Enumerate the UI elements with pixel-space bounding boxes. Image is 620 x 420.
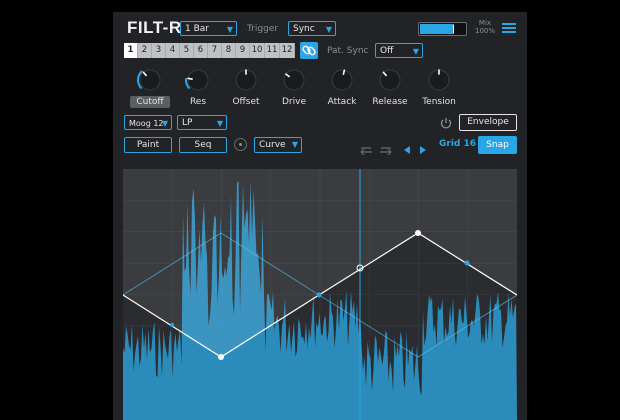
grid-size-selector[interactable]: Grid 16: [439, 139, 476, 149]
mix-slider-fill: [420, 24, 454, 34]
pattern-step-selector: 1 2 3 4 5 6 7 8 9 10 11 12: [124, 43, 295, 58]
envelope-node[interactable]: [415, 230, 421, 236]
waveform-graph[interactable]: [122, 169, 518, 420]
pat-sync-label: Pat. Sync: [327, 46, 369, 56]
app-title: FILT-R: [127, 18, 182, 37]
filter-type-value: LP: [182, 118, 193, 128]
step-button-9[interactable]: 9: [236, 43, 250, 58]
filter-model-dropdown[interactable]: Moog 12 ▼: [124, 115, 172, 130]
knob-label-attack: Attack: [327, 97, 357, 107]
knob-label-tension: Tension: [422, 97, 456, 107]
lfo-curve-editor[interactable]: [122, 169, 518, 420]
step-button-8[interactable]: 8: [222, 43, 236, 58]
knob-offset[interactable]: [233, 67, 259, 93]
filter-model-value: Moog 12: [129, 119, 164, 128]
envelope-button[interactable]: Envelope: [459, 114, 517, 131]
dot-icon: [239, 143, 242, 146]
envelope-handle[interactable]: [464, 260, 470, 266]
knob-drive[interactable]: [281, 67, 307, 93]
undo-icon[interactable]: [358, 140, 374, 156]
arrow-right-icon[interactable]: [418, 140, 427, 154]
step-button-10[interactable]: 10: [250, 43, 265, 58]
step-button-4[interactable]: 4: [166, 43, 180, 58]
menu-icon[interactable]: [502, 22, 516, 35]
step-button-6[interactable]: 6: [194, 43, 208, 58]
knob-release[interactable]: [377, 67, 403, 93]
chevron-down-icon: ▼: [412, 47, 419, 56]
knob-label-drive: Drive: [282, 97, 306, 107]
paint-button[interactable]: Paint: [124, 137, 172, 153]
knob-res[interactable]: [185, 67, 211, 93]
filtr-plugin-window: FILT-R 1 Bar ▼ Trigger Sync ▼ Mix 100% 1…: [113, 12, 527, 420]
trigger-dropdown[interactable]: Sync ▼: [288, 21, 336, 36]
curve-dropdown[interactable]: Curve ▼: [254, 137, 302, 153]
link-icon: [302, 45, 316, 56]
trigger-value: Sync: [293, 24, 315, 34]
knob-label-offset: Offset: [232, 97, 260, 107]
curve-value: Curve: [259, 140, 286, 150]
chevron-down-icon: ▼: [325, 25, 332, 34]
chevron-down-icon: ▼: [226, 25, 233, 34]
knob-label-release: Release: [372, 97, 408, 107]
mix-value: 100%: [474, 27, 495, 35]
mix-slider[interactable]: [418, 22, 467, 36]
step-button-3[interactable]: 3: [152, 43, 166, 58]
knob-cutoff[interactable]: [137, 67, 163, 93]
step-button-1[interactable]: 1: [124, 43, 138, 58]
snap-button[interactable]: Snap: [478, 136, 517, 154]
seq-button[interactable]: Seq: [179, 137, 227, 153]
knob-attack[interactable]: [329, 67, 355, 93]
trigger-label: Trigger: [247, 24, 279, 34]
pat-sync-dropdown[interactable]: Off ▼: [375, 43, 423, 58]
step-button-2[interactable]: 2: [138, 43, 152, 58]
envelope-node[interactable]: [218, 354, 224, 360]
envelope-handle[interactable]: [170, 323, 174, 327]
mix-readout: Mix 100%: [473, 19, 497, 35]
link-button[interactable]: [300, 42, 318, 59]
envelope-handle[interactable]: [316, 292, 322, 298]
knob-tension[interactable]: [426, 67, 452, 93]
step-button-7[interactable]: 7: [208, 43, 222, 58]
step-button-12[interactable]: 12: [280, 43, 295, 58]
mix-slider-handle: [453, 25, 454, 33]
chevron-down-icon: ▼: [216, 119, 223, 128]
knob-label-cutoff: Cutoff: [130, 96, 170, 108]
power-button[interactable]: [439, 115, 453, 129]
step-button-11[interactable]: 11: [265, 43, 280, 58]
step-button-5[interactable]: 5: [180, 43, 194, 58]
chevron-down-icon: ▼: [161, 119, 168, 128]
pat-sync-value: Off: [380, 46, 394, 56]
filter-type-dropdown[interactable]: LP ▼: [177, 115, 227, 130]
record-button[interactable]: [234, 138, 247, 151]
bar-length-dropdown[interactable]: 1 Bar ▼: [180, 21, 237, 36]
bar-length-value: 1 Bar: [185, 24, 209, 34]
mix-label: Mix: [478, 19, 492, 27]
power-icon: [440, 118, 452, 129]
arrow-left-icon[interactable]: [403, 140, 412, 154]
chevron-down-icon: ▼: [291, 140, 298, 149]
knob-label-res: Res: [189, 97, 207, 107]
redo-icon[interactable]: [378, 140, 394, 156]
